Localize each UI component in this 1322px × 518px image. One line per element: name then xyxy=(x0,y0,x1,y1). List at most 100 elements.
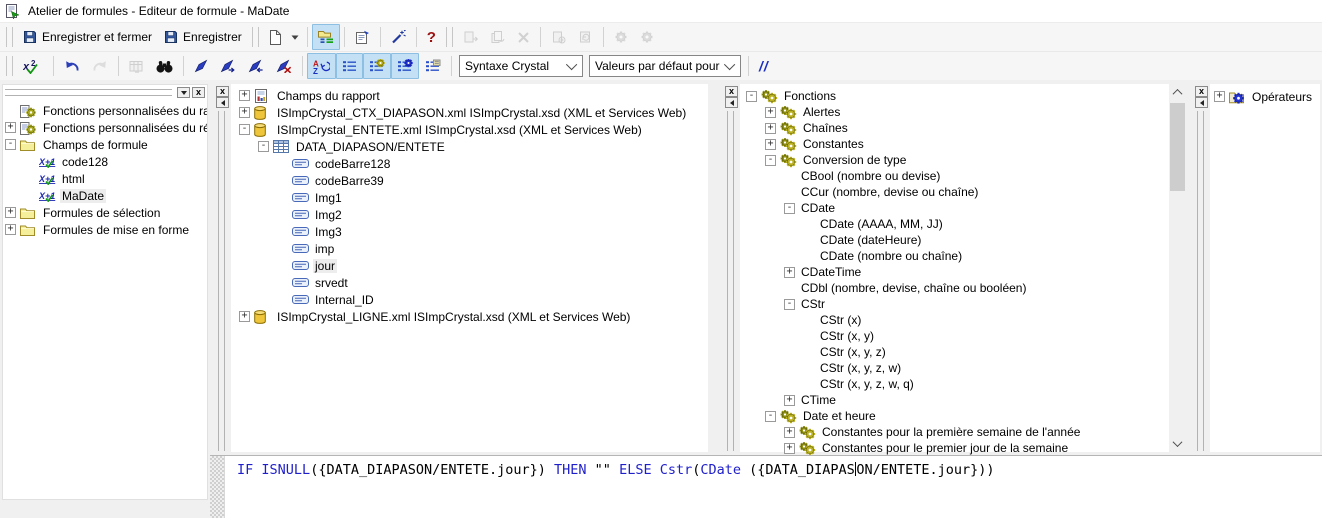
expand-plus-toggle[interactable]: + xyxy=(5,224,16,235)
tree-item[interactable]: CDbl (nombre, devise, chaîne ou booléen) xyxy=(744,280,1169,296)
collapse-minus-toggle[interactable]: - xyxy=(765,411,776,422)
bookmark-toggle-button[interactable] xyxy=(188,53,214,79)
expand-plus-toggle[interactable]: + xyxy=(765,123,776,134)
tree-item[interactable]: CStr (x, y, z, w, q) xyxy=(744,376,1169,392)
tree-item[interactable]: Img2 xyxy=(237,206,708,223)
tree-item[interactable]: CDate (AAAA, MM, JJ) xyxy=(744,216,1169,232)
sort-trees-button[interactable]: AZ xyxy=(307,53,336,79)
collapse-minus-toggle[interactable]: - xyxy=(784,203,795,214)
bookmark-next-button[interactable] xyxy=(214,53,242,79)
tree-item[interactable]: -DATA_DIAPASON/ENTETE xyxy=(237,138,708,155)
functions-panel-collapse-button[interactable] xyxy=(725,97,738,108)
tree-item[interactable]: +Formules de mise en forme xyxy=(3,221,207,238)
expert-wizard-button[interactable] xyxy=(385,24,412,50)
expand-plus-toggle[interactable]: + xyxy=(765,107,776,118)
scrollbar-thumb[interactable] xyxy=(1170,103,1185,191)
check-syntax-button[interactable]: x2 xyxy=(17,53,49,79)
formula-editor-text[interactable]: IF ISNULL({DATA_DIAPASON/ENTETE.jour}) T… xyxy=(225,456,994,518)
tree-item[interactable]: srvedt xyxy=(237,274,708,291)
new-formula-dropdown[interactable] xyxy=(287,24,303,50)
panel-grip[interactable]: x xyxy=(3,85,207,100)
collapse-minus-toggle[interactable]: - xyxy=(258,141,269,152)
show-fields-tree-button[interactable] xyxy=(336,53,363,79)
collapse-minus-toggle[interactable]: - xyxy=(765,155,776,166)
tree-item[interactable]: X+1MaDate xyxy=(3,187,207,204)
comment-button[interactable]: // xyxy=(753,53,775,79)
tree-item[interactable]: Internal_ID xyxy=(237,291,708,308)
tree-item[interactable]: +Constantes pour le premier jour de la s… xyxy=(744,440,1169,456)
expand-plus-toggle[interactable]: + xyxy=(784,267,795,278)
expand-plus-toggle[interactable]: + xyxy=(5,207,16,218)
show-operators-tree-button[interactable] xyxy=(391,53,419,79)
tree-item[interactable]: Img3 xyxy=(237,223,708,240)
tree-item[interactable]: +ISImpCrystal_CTX_DIAPASON.xml ISImpCrys… xyxy=(237,104,708,121)
tree-item[interactable]: -Champs de formule xyxy=(3,136,207,153)
tree-item[interactable]: -CStr xyxy=(744,296,1169,312)
tree-item[interactable]: codeBarre39 xyxy=(237,172,708,189)
expand-plus-toggle[interactable]: + xyxy=(1214,91,1225,102)
tree-item[interactable]: CStr (x) xyxy=(744,312,1169,328)
panel-menu-button[interactable] xyxy=(177,87,190,98)
expand-plus-toggle[interactable]: + xyxy=(784,427,795,438)
tree-item[interactable]: codeBarre128 xyxy=(237,155,708,172)
save-button[interactable]: Enregistrer xyxy=(158,24,248,50)
scroll-down-button[interactable] xyxy=(1169,435,1186,452)
syntax-combo[interactable]: Syntaxe Crystal xyxy=(459,55,583,77)
toggle-workshop-tree-button[interactable] xyxy=(312,24,340,50)
tree-item[interactable]: CCur (nombre, devise ou chaîne) xyxy=(744,184,1169,200)
tree-item[interactable]: Img1 xyxy=(237,189,708,206)
tree-item[interactable]: X+1html xyxy=(3,170,207,187)
tree-item[interactable]: -CDate xyxy=(744,200,1169,216)
tree-item[interactable]: +ISImpCrystal_LIGNE.xml ISImpCrystal.xsd… xyxy=(237,308,708,325)
operators-panel-collapse-button[interactable] xyxy=(1195,97,1208,108)
collapse-minus-toggle[interactable]: - xyxy=(239,124,250,135)
expand-plus-toggle[interactable]: + xyxy=(5,122,16,133)
tree-item[interactable]: +Alertes xyxy=(744,104,1169,120)
expand-plus-toggle[interactable]: + xyxy=(784,395,795,406)
tree-item[interactable]: X+1code128 xyxy=(3,153,207,170)
tree-item[interactable]: Fonctions personnalisées du rap xyxy=(3,102,207,119)
tree-item[interactable]: CStr (x, y, z, w) xyxy=(744,360,1169,376)
bookmark-prev-button[interactable] xyxy=(242,53,270,79)
tree-item[interactable]: +Constantes pour la première semaine de … xyxy=(744,424,1169,440)
expand-plus-toggle[interactable]: + xyxy=(765,139,776,150)
tree-item[interactable]: +CDateTime xyxy=(744,264,1169,280)
editor-selection-margin[interactable] xyxy=(210,456,225,518)
collapse-minus-toggle[interactable]: - xyxy=(746,91,757,102)
expand-plus-toggle[interactable]: + xyxy=(239,311,250,322)
show-workshop-nav-button[interactable] xyxy=(419,53,447,79)
tree-item[interactable]: -ISImpCrystal_ENTETE.xml ISImpCrystal.xs… xyxy=(237,121,708,138)
expand-plus-toggle[interactable]: + xyxy=(784,443,795,454)
panel-close-button[interactable]: x xyxy=(192,87,205,98)
tree-item[interactable]: +CTime xyxy=(744,392,1169,408)
help-button[interactable]: ? xyxy=(421,24,442,50)
expand-plus-toggle[interactable]: + xyxy=(239,107,250,118)
collapse-minus-toggle[interactable]: - xyxy=(5,139,16,150)
new-formula-button[interactable] xyxy=(263,24,287,50)
null-values-combo[interactable]: Valeurs par défaut pour les v xyxy=(589,55,741,77)
tree-item[interactable]: CBool (nombre ou devise) xyxy=(744,168,1169,184)
operators-panel-close-button[interactable]: x xyxy=(1195,86,1208,97)
show-functions-tree-button[interactable] xyxy=(363,53,391,79)
tree-item[interactable]: CStr (x, y, z) xyxy=(744,344,1169,360)
tree-item[interactable]: -Fonctions xyxy=(744,88,1169,104)
tree-item[interactable]: CDate (nombre ou chaîne) xyxy=(744,248,1169,264)
bookmark-clear-button[interactable] xyxy=(270,53,298,79)
tree-item[interactable]: +Fonctions personnalisées du réf xyxy=(3,119,207,136)
tree-item[interactable]: jour xyxy=(237,257,708,274)
tree-item[interactable]: -Date et heure xyxy=(744,408,1169,424)
tree-item[interactable]: CDate (dateHeure) xyxy=(744,232,1169,248)
undo-button[interactable] xyxy=(58,53,86,79)
tree-item[interactable]: +Formules de sélection xyxy=(3,204,207,221)
functions-panel-close-button[interactable]: x xyxy=(725,86,738,97)
expand-plus-toggle[interactable]: + xyxy=(239,90,250,101)
tree-item[interactable]: CStr (x, y) xyxy=(744,328,1169,344)
save-and-close-button[interactable]: Enregistrer et fermer xyxy=(17,24,158,50)
tree-item[interactable]: +Champs du rapport xyxy=(237,87,708,104)
tree-item[interactable]: +Chaînes xyxy=(744,120,1169,136)
tree-item[interactable]: -Conversion de type xyxy=(744,152,1169,168)
collapse-minus-toggle[interactable]: - xyxy=(784,299,795,310)
tree-item[interactable]: +Constantes xyxy=(744,136,1169,152)
properties-button[interactable] xyxy=(349,24,376,50)
fields-panel-close-button[interactable]: x xyxy=(216,86,229,97)
